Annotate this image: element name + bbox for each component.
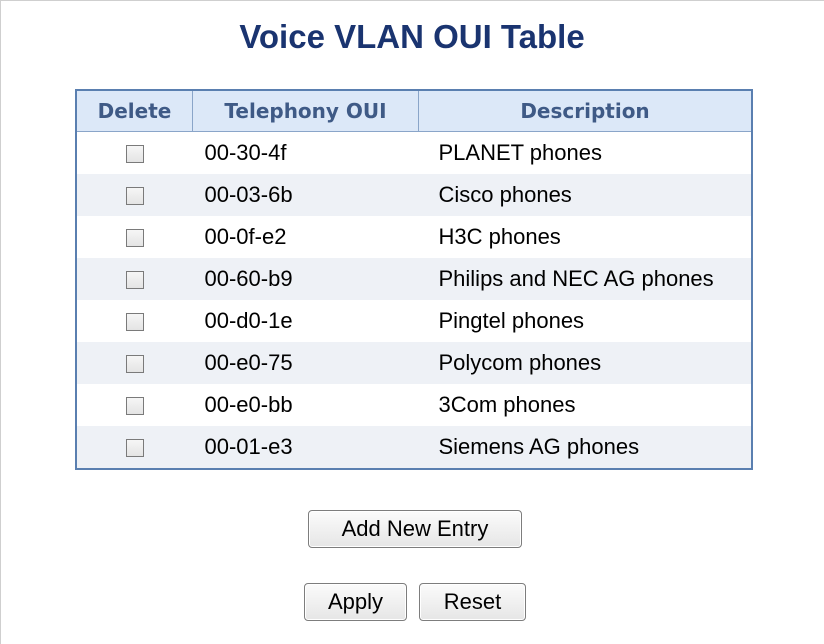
oui-cell: 00-e0-75 [192, 342, 419, 384]
table-row: 00-d0-1e Pingtel phones [76, 300, 752, 342]
table-row: 00-e0-75 Polycom phones [76, 342, 752, 384]
description-cell: Pingtel phones [418, 300, 752, 342]
delete-cell [76, 174, 193, 216]
delete-checkbox[interactable] [125, 439, 144, 458]
table-row: 00-e0-bb 3Com phones [76, 384, 752, 426]
description-cell: Polycom phones [418, 342, 752, 384]
add-new-entry-button[interactable]: Add New Entry [308, 510, 522, 548]
table-row: 00-0f-e2 H3C phones [76, 216, 752, 258]
table-header-row: Delete Telephony OUI Description [76, 90, 752, 132]
header-description[interactable]: Description [418, 90, 752, 132]
page-title: Voice VLAN OUI Table [239, 18, 585, 55]
table-row: 00-03-6b Cisco phones [76, 174, 752, 216]
delete-checkbox[interactable] [125, 271, 144, 290]
table-row: 00-60-b9 Philips and NEC AG phones [76, 258, 752, 300]
description-cell: Siemens AG phones [418, 426, 752, 469]
description-cell: Cisco phones [418, 174, 752, 216]
delete-checkbox[interactable] [125, 187, 144, 206]
reset-button[interactable]: Reset [419, 583, 526, 621]
oui-cell: 00-01-e3 [192, 426, 419, 469]
oui-table: Delete Telephony OUI Description 00-30-4… [75, 89, 753, 470]
delete-checkbox[interactable] [125, 145, 144, 164]
oui-cell: 00-30-4f [192, 131, 419, 174]
oui-cell: 00-60-b9 [192, 258, 419, 300]
delete-cell [76, 426, 193, 469]
delete-cell [76, 258, 193, 300]
description-cell: 3Com phones [418, 384, 752, 426]
delete-checkbox[interactable] [125, 229, 144, 248]
apply-button[interactable]: Apply [304, 583, 407, 621]
delete-cell [76, 342, 193, 384]
delete-cell [76, 131, 193, 174]
header-telephony-oui[interactable]: Telephony OUI [192, 90, 419, 132]
oui-cell: 00-e0-bb [192, 384, 419, 426]
oui-cell: 00-03-6b [192, 174, 419, 216]
description-cell: PLANET phones [418, 131, 752, 174]
description-cell: H3C phones [418, 216, 752, 258]
delete-cell [76, 300, 193, 342]
delete-checkbox[interactable] [125, 313, 144, 332]
oui-cell: 00-d0-1e [192, 300, 419, 342]
table-row: 00-30-4f PLANET phones [76, 131, 752, 174]
oui-cell: 00-0f-e2 [192, 216, 419, 258]
table-row: 00-01-e3 Siemens AG phones [76, 426, 752, 469]
delete-checkbox[interactable] [125, 397, 144, 416]
delete-cell [76, 384, 193, 426]
description-cell: Philips and NEC AG phones [418, 258, 752, 300]
header-delete[interactable]: Delete [76, 90, 193, 132]
delete-cell [76, 216, 193, 258]
delete-checkbox[interactable] [125, 355, 144, 374]
